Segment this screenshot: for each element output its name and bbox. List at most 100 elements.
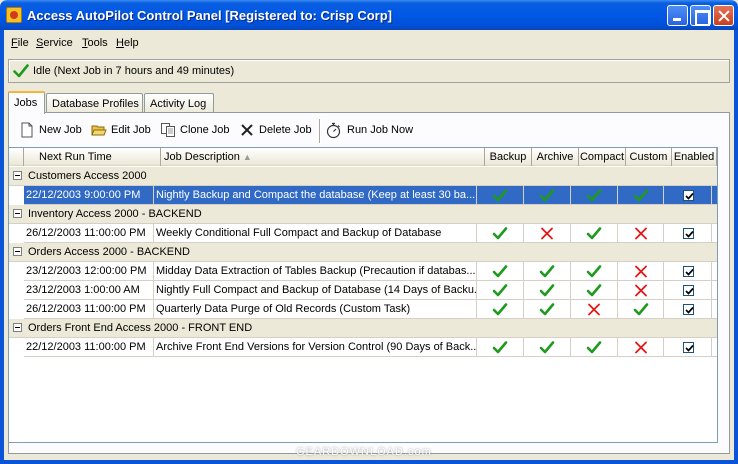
- header-compact[interactable]: Compact: [579, 148, 626, 166]
- check-icon: [633, 303, 648, 316]
- check-icon: [13, 64, 29, 78]
- collapse-icon[interactable]: [13, 323, 22, 332]
- archive-cell: [524, 300, 571, 318]
- backup-cell: [477, 224, 524, 242]
- table-row[interactable]: 22/12/2003 11:00:00 PM Archive Front End …: [24, 338, 717, 357]
- minimize-button[interactable]: [667, 5, 688, 26]
- job-description-cell: Archive Front End Versions for Version C…: [154, 338, 477, 356]
- custom-cell: [618, 186, 664, 204]
- next-run-time-cell: 23/12/2003 12:00:00 PM: [24, 262, 154, 280]
- clone-job-button[interactable]: Clone Job: [160, 122, 234, 140]
- check-icon: [492, 284, 508, 297]
- archive-cell: [524, 186, 571, 204]
- enabled-checkbox[interactable]: [682, 285, 694, 296]
- table-row[interactable]: 22/12/2003 9:00:00 PM Nightly Backup and …: [24, 186, 717, 205]
- enabled-cell: [664, 300, 712, 318]
- run-job-now-button[interactable]: Run Job Now: [325, 122, 415, 140]
- enabled-checkbox[interactable]: [682, 342, 694, 353]
- check-icon: [492, 189, 508, 202]
- toolbar-separator: [319, 119, 321, 143]
- check-icon: [539, 303, 555, 316]
- check-icon: [539, 284, 555, 297]
- header-backup[interactable]: Backup: [485, 148, 532, 166]
- group-row[interactable]: Orders Access 2000 - BACKEND: [9, 243, 717, 262]
- toolbar: New Job Edit Job Clone Job Delete Job Ru…: [9, 113, 729, 147]
- enabled-checkbox[interactable]: [682, 266, 694, 277]
- header-archive[interactable]: Archive: [532, 148, 579, 166]
- menu-file[interactable]: File: [11, 37, 29, 49]
- app-icon[interactable]: [6, 7, 22, 23]
- tab-jobs[interactable]: Jobs: [8, 91, 45, 114]
- enabled-checkbox[interactable]: [682, 228, 694, 239]
- check-icon: [492, 303, 508, 316]
- jobs-grid[interactable]: Next Run Time Job Description ▲ Backup Ar…: [8, 147, 718, 443]
- collapse-icon[interactable]: [13, 247, 22, 256]
- backup-cell: [477, 281, 524, 299]
- table-row[interactable]: 23/12/2003 1:00:00 AM Nightly Full Compac…: [24, 281, 717, 300]
- tab-activity-log[interactable]: Activity Log: [144, 93, 214, 113]
- cross-icon: [634, 227, 647, 240]
- header-enabled[interactable]: Enabled: [672, 148, 717, 166]
- job-description-cell: Nightly Backup and Compact the database …: [154, 186, 477, 204]
- enabled-checkbox[interactable]: [682, 304, 694, 315]
- status-text: Idle (Next Job in 7 hours and 49 minutes…: [33, 65, 235, 77]
- group-label: Orders Front End Access 2000 - FRONT END: [28, 322, 253, 334]
- enabled-cell: [664, 186, 712, 204]
- cross-icon: [634, 265, 647, 278]
- compact-cell: [571, 262, 618, 280]
- job-description-cell: Midday Data Extraction of Tables Backup …: [154, 262, 477, 280]
- check-icon: [492, 265, 508, 278]
- group-label: Orders Access 2000 - BACKEND: [28, 246, 191, 258]
- menu-service[interactable]: Service: [36, 37, 73, 49]
- check-icon: [586, 341, 602, 354]
- collapse-icon[interactable]: [13, 171, 22, 180]
- archive-cell: [524, 281, 571, 299]
- job-description-cell: Nightly Full Compact and Backup of Datab…: [154, 281, 477, 299]
- cross-icon: [588, 303, 600, 316]
- close-button[interactable]: [713, 5, 734, 26]
- header-next-run-time[interactable]: Next Run Time: [24, 148, 161, 166]
- enabled-cell: [664, 281, 712, 299]
- check-icon: [586, 189, 602, 202]
- group-row[interactable]: Orders Front End Access 2000 - FRONT END: [9, 319, 717, 338]
- grid-header: Next Run Time Job Description ▲ Backup Ar…: [9, 148, 717, 166]
- backup-cell: [477, 262, 524, 280]
- compact-cell: [571, 338, 618, 356]
- collapse-icon[interactable]: [13, 209, 22, 218]
- header-custom[interactable]: Custom: [626, 148, 672, 166]
- table-row[interactable]: 26/12/2003 11:00:00 PM Weekly Conditional…: [24, 224, 717, 243]
- archive-cell: [524, 262, 571, 280]
- enabled-checkbox[interactable]: [682, 190, 694, 201]
- job-description-cell: Quarterly Data Purge of Old Records (Cus…: [154, 300, 477, 318]
- sort-ascending-icon: ▲: [242, 152, 252, 162]
- custom-cell: [618, 300, 664, 318]
- maximize-button[interactable]: [690, 5, 711, 26]
- job-description-cell: Weekly Conditional Full Compact and Back…: [154, 224, 477, 242]
- menu-help[interactable]: Help: [116, 37, 139, 49]
- check-icon: [492, 227, 508, 240]
- enabled-cell: [664, 338, 712, 356]
- custom-cell: [618, 224, 664, 242]
- next-run-time-cell: 23/12/2003 1:00:00 AM: [24, 281, 154, 299]
- table-row[interactable]: 23/12/2003 12:00:00 PM Midday Data Extrac…: [24, 262, 717, 281]
- header-job-description[interactable]: Job Description ▲: [161, 148, 485, 166]
- open-folder-icon: [91, 125, 107, 136]
- enabled-cell: [664, 262, 712, 280]
- enabled-cell: [664, 224, 712, 242]
- group-row[interactable]: Customers Access 2000: [9, 167, 717, 186]
- title-bar[interactable]: Access AutoPilot Control Panel [Register…: [0, 0, 738, 30]
- check-icon: [492, 341, 508, 354]
- tab-database-profiles[interactable]: Database Profiles: [46, 93, 143, 113]
- check-icon: [586, 265, 602, 278]
- status-box: Idle (Next Job in 7 hours and 49 minutes…: [8, 59, 730, 83]
- delete-job-button[interactable]: Delete Job: [239, 122, 315, 140]
- next-run-time-cell: 26/12/2003 11:00:00 PM: [24, 300, 154, 318]
- menu-tools[interactable]: Tools: [82, 37, 108, 49]
- edit-job-button[interactable]: Edit Job: [91, 122, 157, 140]
- group-row[interactable]: Inventory Access 2000 - BACKEND: [9, 205, 717, 224]
- check-icon: [586, 284, 602, 297]
- backup-cell: [477, 300, 524, 318]
- group-label: Inventory Access 2000 - BACKEND: [28, 208, 202, 220]
- table-row[interactable]: 26/12/2003 11:00:00 PM Quarterly Data Pur…: [24, 300, 717, 319]
- new-job-button[interactable]: New Job: [19, 122, 89, 140]
